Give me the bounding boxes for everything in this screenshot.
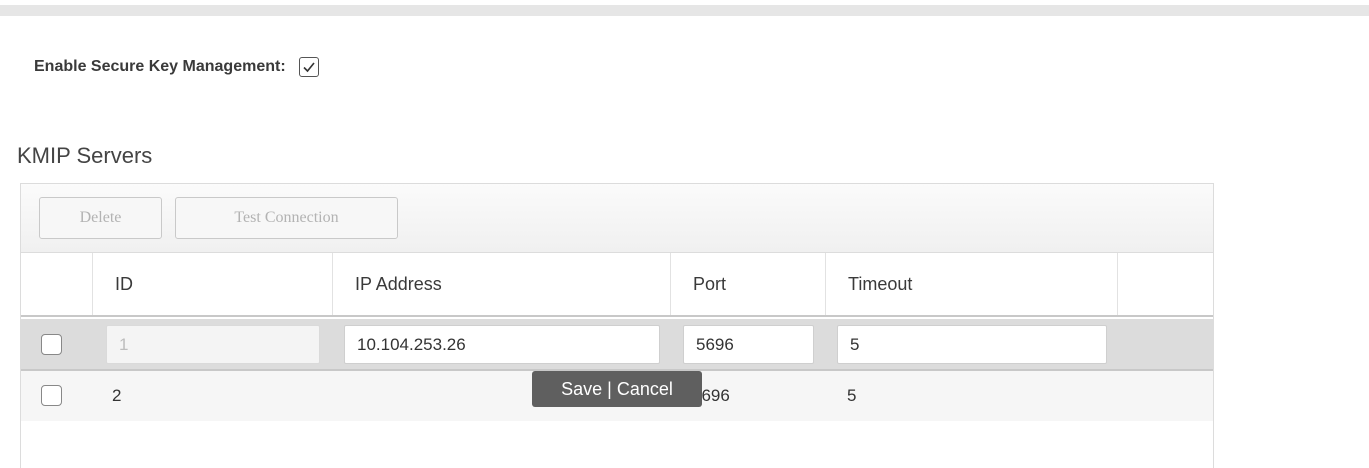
grid-header-row: ID IP Address Port Timeout: [21, 253, 1213, 317]
timeout-field[interactable]: [837, 325, 1107, 364]
header-actions-column: [1117, 253, 1213, 315]
cancel-link[interactable]: Cancel: [617, 379, 673, 400]
row-id: 2: [112, 386, 122, 405]
checkmark-icon: [303, 62, 315, 73]
row-select-checkbox[interactable]: [41, 334, 62, 355]
kmip-servers-title: KMIP Servers: [17, 143, 153, 168]
test-connection-button[interactable]: Test Connection: [175, 197, 398, 239]
header-timeout[interactable]: Timeout: [825, 253, 1117, 315]
header-ip-address[interactable]: IP Address: [332, 253, 670, 315]
enable-secure-key-management-checkbox[interactable]: [298, 57, 319, 77]
row-select-checkbox[interactable]: [41, 385, 62, 406]
save-link[interactable]: Save: [561, 379, 602, 400]
port-field[interactable]: [683, 325, 814, 364]
row-timeout: 5: [847, 386, 857, 405]
header-select-column: [21, 253, 92, 315]
header-port[interactable]: Port: [670, 253, 825, 315]
delete-button[interactable]: Delete: [39, 197, 162, 239]
row-id-field: [106, 325, 320, 364]
table-row-editing: [21, 319, 1213, 371]
ip-address-field[interactable]: [344, 325, 660, 364]
enable-secure-key-management-row: Enable Secure Key Management:: [34, 52, 319, 82]
grid-toolbar: Delete Test Connection: [21, 184, 1213, 253]
save-cancel-tooltip: Save | Cancel: [532, 371, 702, 407]
save-cancel-separator: |: [607, 378, 612, 399]
header-id[interactable]: ID: [92, 253, 332, 315]
enable-secure-key-management-label: Enable Secure Key Management:: [34, 58, 286, 75]
top-divider-bar: [0, 5, 1369, 16]
kmip-servers-grid: Delete Test Connection ID IP Address Por…: [20, 183, 1214, 468]
